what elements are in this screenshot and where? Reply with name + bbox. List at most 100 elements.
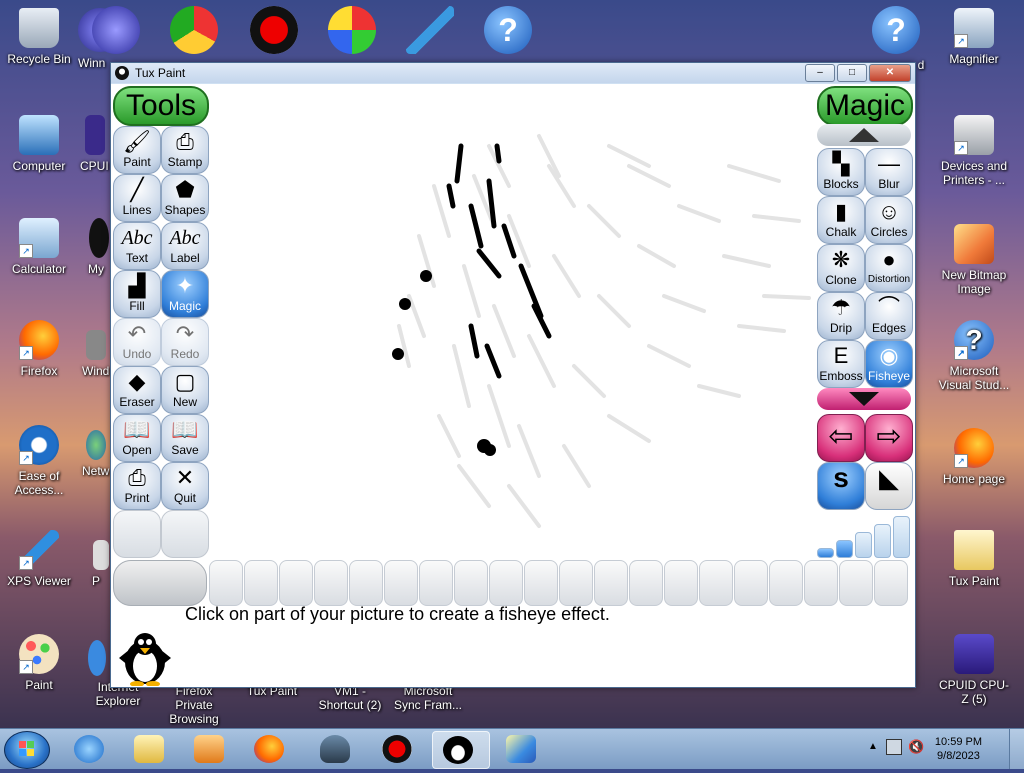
chrome-icon[interactable]	[170, 6, 218, 54]
desktop-icon-xps-viewer[interactable]: ↗ XPS Viewer	[1, 530, 77, 588]
color-swatch[interactable]	[279, 560, 313, 606]
desktop-icon-visual-studio[interactable]: ? ↗ Microsoft Visual Stud...	[936, 320, 1012, 392]
taskbar-media-player[interactable]	[184, 731, 236, 767]
taskbar-clock[interactable]: 10:59 PM 9/8/2023	[935, 735, 982, 763]
tray-overflow-icon[interactable]: ▲	[868, 741, 878, 752]
current-color-slot[interactable]	[113, 560, 207, 606]
magic-distortion-button[interactable]: ● Distortion	[865, 244, 913, 292]
color-swatch[interactable]	[244, 560, 278, 606]
desktop-icon-partial[interactable]: Wind	[82, 330, 110, 378]
magic-blocks-button[interactable]: ▚ Blocks	[817, 148, 865, 196]
desktop-icon-microsoft-sync[interactable]: Microsoft Sync Fram...	[390, 684, 466, 712]
size-selector[interactable]	[817, 510, 911, 558]
desktop-icon-magnifier[interactable]: ↗ Magnifier	[936, 8, 1012, 66]
desktop-icon-partial[interactable]: Netw	[82, 430, 110, 478]
magic-prev-page-button[interactable]: ⇦	[817, 414, 865, 462]
magic-emboss-button[interactable]: E Emboss	[817, 340, 865, 388]
maximize-button[interactable]: □	[837, 64, 867, 82]
color-swatch[interactable]	[419, 560, 453, 606]
send-icon[interactable]	[406, 6, 454, 54]
tool-paint-button[interactable]: 🖌 Paint	[113, 126, 161, 174]
tool-new-button[interactable]: ▢ New	[161, 366, 209, 414]
magic-blur-button[interactable]: — Blur	[865, 148, 913, 196]
size-option[interactable]	[874, 524, 891, 558]
tool-quit-button[interactable]: ✕ Quit	[161, 462, 209, 510]
color-swatch[interactable]	[769, 560, 803, 606]
color-swatch[interactable]	[209, 560, 243, 606]
color-swatch[interactable]	[629, 560, 663, 606]
tool-label-button[interactable]: Abc Label	[161, 222, 209, 270]
help-icon[interactable]: ?	[872, 6, 920, 54]
help-icon[interactable]: ?	[484, 6, 532, 54]
size-option[interactable]	[855, 532, 872, 558]
color-swatch[interactable]	[594, 560, 628, 606]
magic-fisheye-button[interactable]: ◉ Fisheye	[865, 340, 913, 388]
desktop-icon-firefox[interactable]: ↗ Firefox	[1, 320, 77, 378]
color-swatch[interactable]	[664, 560, 698, 606]
size-option[interactable]	[817, 548, 834, 558]
window-titlebar[interactable]: Tux Paint – □ ✕	[111, 63, 915, 83]
color-swatch[interactable]	[314, 560, 348, 606]
tool-redo-button[interactable]: ↷ Redo	[161, 318, 209, 366]
color-swatch[interactable]	[699, 560, 733, 606]
desktop-icon-ease-of-access[interactable]: ↗ Ease of Access...	[1, 425, 77, 497]
color-swatch[interactable]	[349, 560, 383, 606]
tool-magic-button[interactable]: ✦ Magic	[161, 270, 209, 318]
close-button[interactable]: ✕	[869, 64, 911, 82]
magic-circles-button[interactable]: ☺ Circles	[865, 196, 913, 244]
color-swatch[interactable]	[559, 560, 593, 606]
magic-scroll-up-button[interactable]	[817, 124, 911, 146]
start-button[interactable]	[4, 731, 50, 769]
desktop-icon-firefox-private[interactable]: Firefox Private Browsing	[156, 684, 232, 726]
desktop-icon-calculator[interactable]: ↗ Calculator	[1, 218, 77, 276]
color-swatch[interactable]	[839, 560, 873, 606]
game-mine-icon[interactable]	[92, 6, 140, 54]
desktop-icon-vm1-shortcut[interactable]: VM1 - Shortcut (2)	[312, 684, 388, 712]
tool-save-button[interactable]: 📖 Save	[161, 414, 209, 462]
desktop-icon-devices-printers[interactable]: ↗ Devices and Printers - ...	[936, 115, 1012, 187]
tool-print-button[interactable]: ⎙ Print	[113, 462, 161, 510]
show-desktop-button[interactable]	[1009, 729, 1024, 769]
drawing-canvas[interactable]	[209, 86, 813, 560]
size-option[interactable]	[893, 516, 910, 558]
taskbar-paint-app[interactable]	[496, 731, 548, 767]
magic-mode-fullscreen-button[interactable]: ◣	[865, 462, 913, 510]
color-swatch[interactable]	[524, 560, 558, 606]
windows-update-icon[interactable]	[328, 6, 376, 54]
desktop-icon-recycle-bin[interactable]: Recycle Bin	[1, 8, 77, 66]
taskbar-tux-paint[interactable]	[432, 731, 490, 769]
color-swatch[interactable]	[734, 560, 768, 606]
desktop-icon-paint[interactable]: ↗ Paint	[1, 634, 77, 692]
desktop-icon-tux-paint-folder[interactable]: Tux Paint	[936, 530, 1012, 588]
magic-drip-button[interactable]: ☂ Drip	[817, 292, 865, 340]
color-swatch[interactable]	[874, 560, 908, 606]
magic-edges-button[interactable]: ⌒ Edges	[865, 292, 913, 340]
magic-next-page-button[interactable]: ⇨	[865, 414, 913, 462]
color-swatch[interactable]	[804, 560, 838, 606]
tool-lines-button[interactable]: ╱ Lines	[113, 174, 161, 222]
taskbar-app-5[interactable]	[310, 731, 362, 767]
desktop-icon-new-bitmap[interactable]: New Bitmap Image	[936, 224, 1012, 296]
record-icon[interactable]	[250, 6, 298, 54]
desktop-icon-partial[interactable]: CPUI	[80, 115, 110, 173]
color-swatch[interactable]	[454, 560, 488, 606]
volume-muted-icon[interactable]: 🔇	[908, 739, 924, 755]
size-option[interactable]	[836, 540, 853, 558]
tool-stamp-button[interactable]: ⎙ Stamp	[161, 126, 209, 174]
minimize-button[interactable]: –	[805, 64, 835, 82]
taskbar-file-explorer[interactable]	[124, 731, 176, 767]
magic-chalk-button[interactable]: ▮ Chalk	[817, 196, 865, 244]
taskbar-recorder[interactable]	[372, 731, 424, 767]
desktop-icon-home-page[interactable]: ↗ Home page	[936, 428, 1012, 486]
magic-scroll-down-button[interactable]	[817, 388, 911, 410]
color-swatch[interactable]	[489, 560, 523, 606]
taskbar-firefox[interactable]	[244, 731, 296, 767]
magic-mode-paint-button[interactable]: s	[817, 462, 865, 510]
desktop-icon-computer[interactable]: Computer	[1, 115, 77, 173]
desktop-icon-partial-d[interactable]: d	[914, 58, 928, 72]
tool-open-button[interactable]: 📖 Open	[113, 414, 161, 462]
tool-eraser-button[interactable]: ◆ Eraser	[113, 366, 161, 414]
network-icon[interactable]	[886, 739, 902, 755]
desktop-icon-cpuid[interactable]: CPUID CPU-Z (5)	[936, 634, 1012, 706]
desktop-icon-partial[interactable]: P	[92, 540, 110, 588]
